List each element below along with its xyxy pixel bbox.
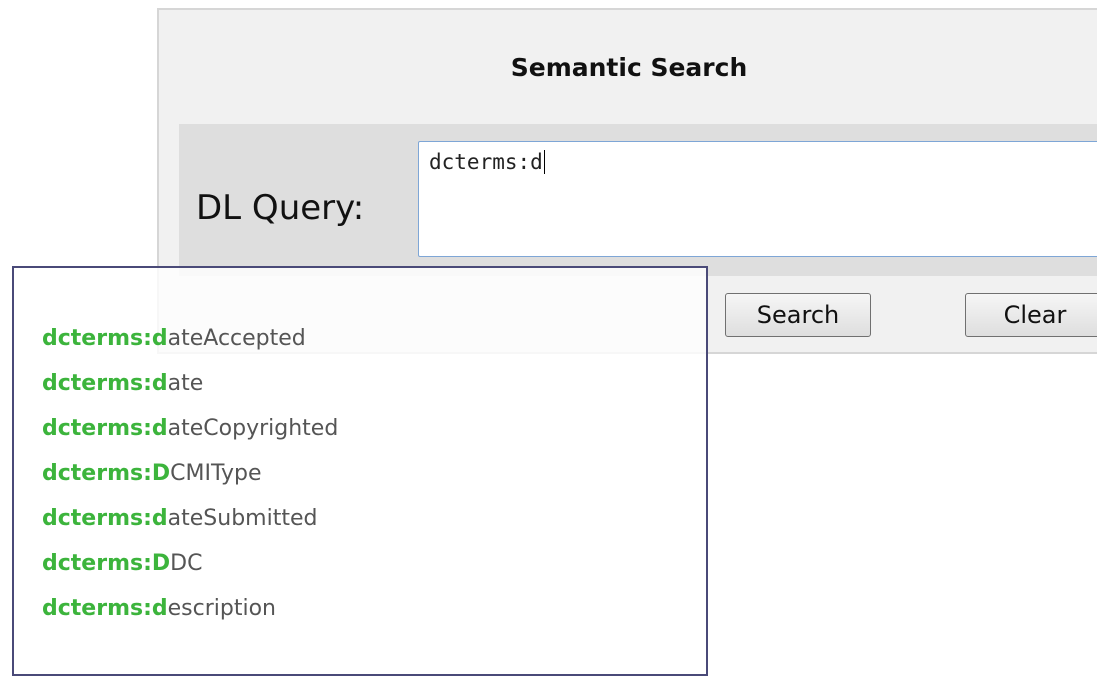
query-text: dcterms:d (429, 150, 543, 174)
suggestion-match: dcterms:d (42, 596, 168, 621)
suggestion-rest: ate (167, 371, 204, 396)
suggestion-item[interactable]: dcterms:DDC (42, 541, 338, 586)
panel-title: Semantic Search (510, 53, 748, 82)
query-row: DL Query: dcterms:d (179, 124, 1097, 276)
suggestion-rest: CMIType (170, 461, 262, 486)
suggestion-item[interactable]: dcterms:description (42, 586, 338, 631)
suggestion-match: dcterms:d (42, 326, 168, 351)
suggestion-rest: ateAccepted (167, 326, 306, 351)
suggestion-rest: escription (167, 596, 276, 621)
query-label: DL Query: (196, 188, 365, 228)
suggestion-match: dcterms:D (42, 461, 171, 486)
suggestion-match: dcterms:d (42, 371, 168, 396)
suggestion-rest: ateCopyrighted (167, 416, 339, 441)
suggestion-item[interactable]: dcterms:dateCopyrighted (42, 406, 338, 451)
dl-query-input[interactable]: dcterms:d (418, 141, 1097, 257)
suggestion-match: dcterms:d (42, 416, 168, 441)
suggestion-match: dcterms:D (42, 551, 171, 576)
suggestion-match: dcterms:d (42, 506, 168, 531)
suggestion-item[interactable]: dcterms:DCMIType (42, 451, 338, 496)
text-caret (543, 150, 545, 174)
suggestion-rest: ateSubmitted (167, 506, 318, 531)
search-button[interactable]: Search (725, 293, 871, 337)
suggestion-item[interactable]: dcterms:dateSubmitted (42, 496, 338, 541)
suggestion-list: dcterms:dateAccepted dcterms:date dcterm… (42, 316, 338, 631)
clear-button[interactable]: Clear (965, 293, 1097, 337)
suggestion-item[interactable]: dcterms:dateAccepted (42, 316, 338, 361)
autocomplete-popup: dcterms:dateAccepted dcterms:date dcterm… (12, 266, 708, 676)
suggestion-item[interactable]: dcterms:date (42, 361, 338, 406)
suggestion-rest: DC (170, 551, 203, 576)
